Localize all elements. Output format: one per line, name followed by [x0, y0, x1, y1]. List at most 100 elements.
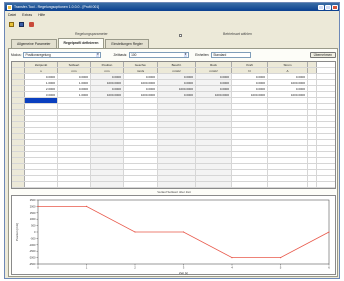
- table-cell[interactable]: [58, 110, 91, 115]
- table-cell[interactable]: [91, 110, 124, 115]
- table-cell[interactable]: [232, 116, 268, 121]
- table-cell[interactable]: [232, 164, 268, 169]
- table-cell[interactable]: [91, 146, 124, 151]
- tab-general[interactable]: Allgemeine Parameter: [11, 39, 57, 48]
- option-checkbox[interactable]: [179, 34, 182, 37]
- table-cell[interactable]: [124, 188, 158, 189]
- table-cell[interactable]: [268, 170, 308, 175]
- maximize-icon[interactable]: [325, 4, 331, 10]
- table-cell[interactable]: [124, 122, 158, 127]
- row-header[interactable]: [12, 170, 25, 175]
- table-cell[interactable]: [268, 146, 308, 151]
- table-cell[interactable]: [58, 128, 91, 133]
- table-cell[interactable]: [158, 146, 196, 151]
- table-cell[interactable]: [196, 182, 232, 187]
- menu-item-file[interactable]: Datei: [8, 13, 16, 17]
- column-header[interactable]: Kraft: [232, 62, 268, 67]
- table-cell[interactable]: [158, 116, 196, 121]
- table-cell[interactable]: [58, 140, 91, 145]
- table-cell[interactable]: [58, 116, 91, 121]
- table-cell[interactable]: [196, 104, 232, 109]
- table-cell[interactable]: [268, 158, 308, 163]
- table-cell[interactable]: [91, 116, 124, 121]
- table-cell[interactable]: 1000.0000: [196, 92, 232, 97]
- profile-table[interactable]: Zeitpunkt Sollwert Position Geschw. Beschl. R…: [11, 61, 336, 189]
- table-cell[interactable]: 0.0000: [196, 86, 232, 91]
- table-cell[interactable]: 1.0000: [58, 92, 91, 97]
- table-cell[interactable]: [25, 188, 58, 189]
- table-cell[interactable]: [232, 176, 268, 181]
- table-cell[interactable]: [124, 164, 158, 169]
- row-header[interactable]: [12, 98, 25, 103]
- table-cell[interactable]: [58, 122, 91, 127]
- table-cell[interactable]: [25, 104, 58, 109]
- table-cell[interactable]: [232, 134, 268, 139]
- table-cell[interactable]: [124, 98, 158, 103]
- table-cell[interactable]: [232, 152, 268, 157]
- menu-item-help[interactable]: Hilfe: [38, 13, 45, 17]
- table-cell[interactable]: [232, 128, 268, 133]
- table-cell[interactable]: [196, 158, 232, 163]
- row-header[interactable]: [12, 104, 25, 109]
- table-cell[interactable]: [268, 98, 308, 103]
- table-cell[interactable]: [25, 128, 58, 133]
- table-cell[interactable]: [158, 122, 196, 127]
- table-cell[interactable]: 0.0000: [158, 80, 196, 85]
- table-cell[interactable]: [25, 122, 58, 127]
- table-cell[interactable]: [91, 152, 124, 157]
- table-cell[interactable]: [196, 146, 232, 151]
- table-cell[interactable]: [158, 104, 196, 109]
- table-cell[interactable]: [91, 158, 124, 163]
- table-cell[interactable]: [58, 152, 91, 157]
- row-header[interactable]: [12, 164, 25, 169]
- table-cell[interactable]: [268, 152, 308, 157]
- row-header[interactable]: [12, 176, 25, 181]
- table-cell[interactable]: [196, 170, 232, 175]
- table-cell[interactable]: 1000.0000: [158, 86, 196, 91]
- table-cell[interactable]: [268, 176, 308, 181]
- table-cell[interactable]: 1000.0000: [91, 80, 124, 85]
- tab-profile[interactable]: Regelprofil definieren: [57, 38, 105, 48]
- settings-tool-button[interactable]: [28, 21, 35, 28]
- table-cell[interactable]: [268, 110, 308, 115]
- row-header[interactable]: [12, 140, 25, 145]
- table-cell[interactable]: [58, 188, 91, 189]
- table-cell[interactable]: 0.0000: [268, 86, 308, 91]
- table-cell[interactable]: [124, 152, 158, 157]
- table-cell[interactable]: [232, 158, 268, 163]
- table-cell[interactable]: [124, 176, 158, 181]
- table-cell[interactable]: [25, 134, 58, 139]
- table-cell[interactable]: [158, 140, 196, 145]
- table-cell[interactable]: [25, 110, 58, 115]
- table-cell[interactable]: 0.0000: [268, 74, 308, 79]
- row-header[interactable]: [12, 116, 25, 121]
- row-header[interactable]: [12, 128, 25, 133]
- table-cell[interactable]: [25, 152, 58, 157]
- table-cell[interactable]: 0.0000: [158, 74, 196, 79]
- table-cell[interactable]: [158, 176, 196, 181]
- table-cell[interactable]: [91, 128, 124, 133]
- table-cell[interactable]: 0.0000: [232, 80, 268, 85]
- table-cell[interactable]: [196, 98, 232, 103]
- open-folder-button[interactable]: [8, 21, 15, 28]
- table-cell[interactable]: [124, 146, 158, 151]
- table-cell[interactable]: [196, 164, 232, 169]
- table-cell[interactable]: [196, 134, 232, 139]
- table-cell[interactable]: 0.0000: [232, 74, 268, 79]
- table-cell[interactable]: [158, 152, 196, 157]
- row-header[interactable]: [12, 152, 25, 157]
- table-cell[interactable]: 0.0000: [124, 86, 158, 91]
- row-header[interactable]: [12, 158, 25, 163]
- table-cell[interactable]: [58, 170, 91, 175]
- table-cell[interactable]: [268, 188, 308, 189]
- table-cell[interactable]: [124, 110, 158, 115]
- table-cell[interactable]: [91, 182, 124, 187]
- table-cell[interactable]: [91, 104, 124, 109]
- table-cell[interactable]: [58, 176, 91, 181]
- table-cell[interactable]: [196, 140, 232, 145]
- table-cell[interactable]: [91, 98, 124, 103]
- table-cell[interactable]: [232, 104, 268, 109]
- table-cell[interactable]: [158, 182, 196, 187]
- table-cell[interactable]: [58, 164, 91, 169]
- table-cell[interactable]: [91, 188, 124, 189]
